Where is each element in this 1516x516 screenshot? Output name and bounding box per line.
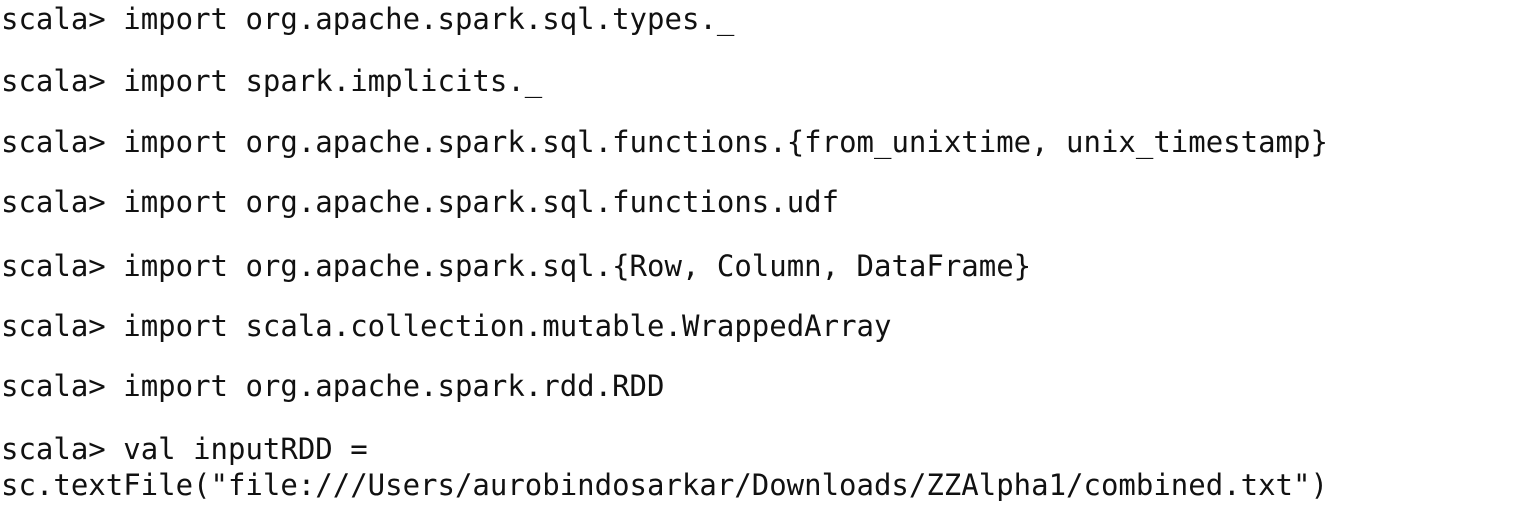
repl-line-3: scala> import org.apache.spark.sql.funct…: [1, 125, 1328, 159]
repl-command: import org.apache.spark.rdd.RDD: [123, 369, 665, 403]
repl-line-2: scala> import spark.implicits._: [1, 64, 542, 98]
repl-prompt: scala>: [1, 309, 106, 343]
repl-prompt: scala>: [1, 369, 106, 403]
scala-repl-console: scala> import org.apache.spark.sql.types…: [0, 0, 1516, 516]
repl-line-6: scala> import scala.collection.mutable.W…: [1, 309, 891, 343]
repl-command: import spark.implicits._: [123, 64, 543, 98]
repl-line-8: scala> val inputRDD =: [1, 432, 368, 466]
repl-line-1: scala> import org.apache.spark.sql.types…: [1, 2, 734, 36]
repl-command: val inputRDD =: [123, 432, 368, 466]
repl-command: import org.apache.spark.sql.{Row, Column…: [123, 249, 1032, 283]
repl-line-5: scala> import org.apache.spark.sql.{Row,…: [1, 249, 1031, 283]
repl-prompt: scala>: [1, 249, 106, 283]
repl-prompt: scala>: [1, 432, 106, 466]
repl-line-7: scala> import org.apache.spark.rdd.RDD: [1, 369, 664, 403]
repl-prompt: scala>: [1, 2, 106, 36]
repl-line-4: scala> import org.apache.spark.sql.funct…: [1, 185, 839, 219]
repl-continuation-line: sc.textFile("file:///Users/aurobindosark…: [1, 468, 1328, 502]
repl-command: import org.apache.spark.sql.functions.{f…: [123, 125, 1328, 159]
repl-prompt: scala>: [1, 125, 106, 159]
repl-command: import org.apache.spark.sql.types._: [123, 2, 735, 36]
repl-command-continuation: sc.textFile("file:///Users/aurobindosark…: [1, 468, 1328, 502]
repl-command: import scala.collection.mutable.WrappedA…: [123, 309, 892, 343]
repl-prompt: scala>: [1, 185, 106, 219]
repl-command: import org.apache.spark.sql.functions.ud…: [123, 185, 840, 219]
repl-prompt: scala>: [1, 64, 106, 98]
